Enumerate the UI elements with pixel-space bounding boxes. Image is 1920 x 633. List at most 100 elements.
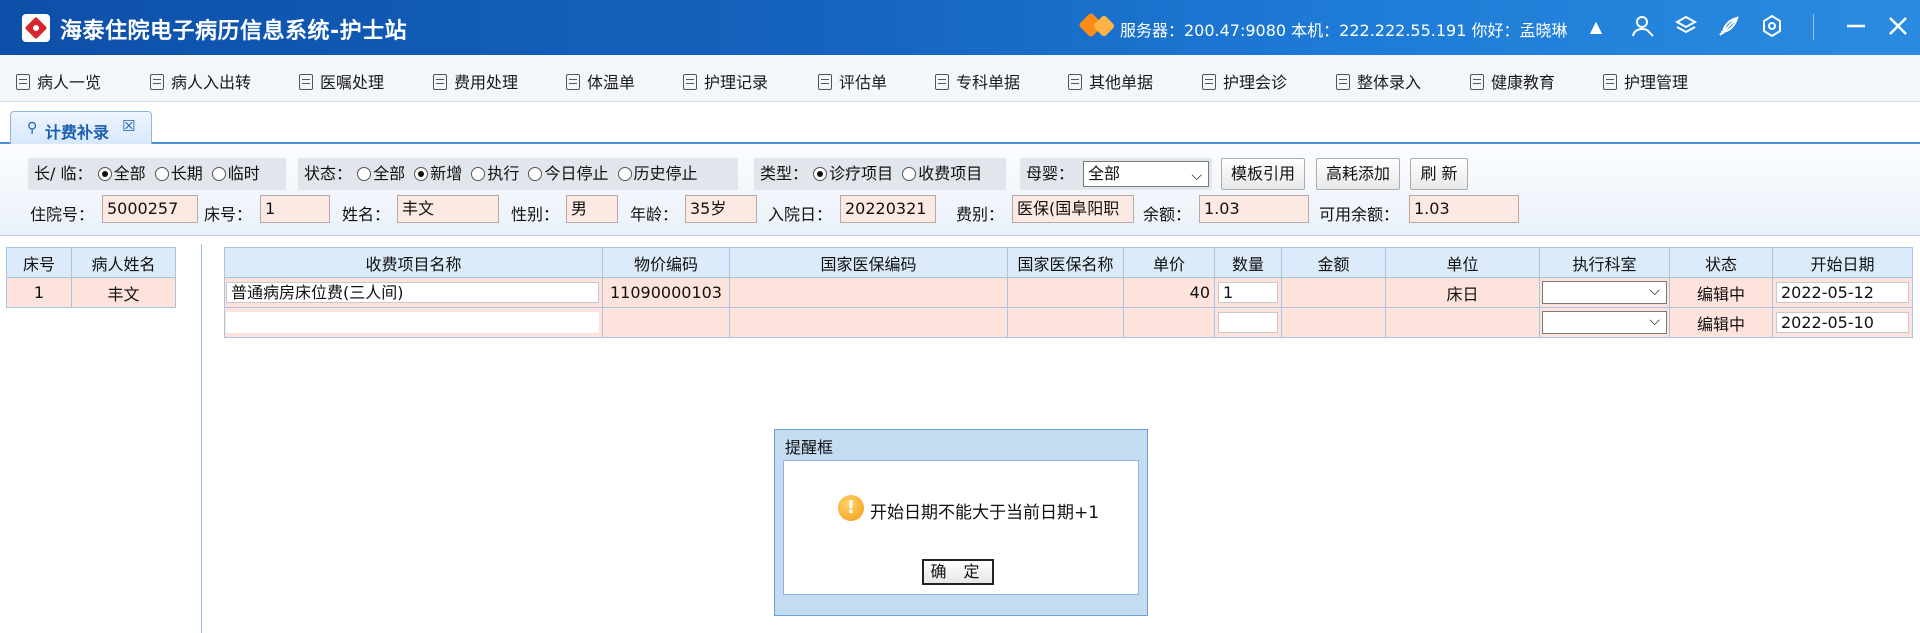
quantity-cell[interactable]	[1214, 307, 1282, 338]
mother-baby-select[interactable]: 全部 ⌵	[1083, 161, 1209, 187]
col-item-name[interactable]: 收费项目名称	[224, 247, 603, 278]
admit-date-field[interactable]: 20220321	[840, 195, 936, 223]
menu-temperature-chart[interactable]: 体温单	[566, 69, 635, 92]
col-unit[interactable]: 单位	[1385, 247, 1540, 278]
col-unit-price[interactable]: 单价	[1123, 247, 1215, 278]
patient-row[interactable]: 1 丰文	[6, 277, 176, 308]
template-reference-button[interactable]: 模板引用	[1221, 158, 1305, 190]
radio-type-charge[interactable]: 收费项目	[902, 164, 982, 183]
menu-admission-transfer[interactable]: 病人入出转	[150, 69, 251, 92]
amount-cell	[1281, 307, 1386, 338]
layers-icon[interactable]	[1673, 14, 1699, 40]
fee-type-field[interactable]: 医保(国阜阳职	[1012, 195, 1134, 223]
skin-icon[interactable]	[1716, 14, 1742, 40]
high-cost-add-button[interactable]: 高耗添加	[1316, 158, 1400, 190]
menu-bulk-entry[interactable]: 整体录入	[1336, 69, 1421, 92]
tab-close-icon[interactable]: ☒	[122, 117, 135, 135]
radio-status-stopped-today[interactable]: 今日停止	[528, 164, 608, 183]
patient-name[interactable]: 丰文	[71, 277, 176, 308]
radio-status-executed[interactable]: 执行	[471, 164, 519, 183]
unit-price-cell: 40	[1123, 277, 1215, 308]
minimize-icon[interactable]	[1843, 14, 1869, 40]
menu-nursing-consult[interactable]: 护理会诊	[1202, 69, 1287, 92]
insurance-code-cell	[729, 307, 1008, 338]
admission-no-field[interactable]: 5000257	[102, 195, 198, 223]
start-date-cell[interactable]: 2022-05-12	[1772, 277, 1913, 308]
item-name-input[interactable]	[226, 312, 599, 333]
radio-duration-temp[interactable]: 临时	[211, 164, 260, 183]
col-amount[interactable]: 金额	[1281, 247, 1386, 278]
admission-no-label: 住院号：	[30, 205, 95, 224]
col-status[interactable]: 状态	[1669, 247, 1773, 278]
patient-bed[interactable]: 1	[6, 277, 72, 308]
refresh-button[interactable]: 刷 新	[1410, 158, 1468, 190]
settings-icon[interactable]	[1759, 14, 1785, 40]
status-cell: 编辑中	[1669, 307, 1773, 338]
bell-icon[interactable]: ▲	[1583, 14, 1609, 40]
admit-date-label: 入院日：	[768, 205, 833, 224]
dept-cell[interactable]: ⌵	[1539, 307, 1670, 338]
col-insurance-name[interactable]: 国家医保名称	[1007, 247, 1124, 278]
col-dept[interactable]: 执行科室	[1539, 247, 1670, 278]
col-bed[interactable]: 床号	[6, 247, 72, 278]
menu-billing[interactable]: 费用处理	[433, 69, 518, 92]
table-row[interactable]: 普通病房床位费(三人间) 11090000103 40 1 床日 ⌵ 编辑中 2…	[224, 277, 1913, 308]
ok-button[interactable]: 确 定	[922, 559, 994, 585]
menu-assessment[interactable]: 评估单	[818, 69, 887, 92]
radio-type-treatment[interactable]: 诊疗项目	[813, 164, 893, 183]
gender-field[interactable]: 男	[566, 195, 618, 223]
col-price-code[interactable]: 物价编码	[602, 247, 730, 278]
menu-nursing-management[interactable]: 护理管理	[1603, 69, 1688, 92]
menu-specialty-forms[interactable]: 专科单据	[935, 69, 1020, 92]
dept-select[interactable]: ⌵	[1542, 281, 1667, 304]
bed-field[interactable]: 1	[260, 195, 330, 223]
item-name-cell[interactable]	[224, 307, 603, 338]
status-filter: 状态： 全部 新增 执行 今日停止 历史停止	[298, 158, 738, 190]
user-icon[interactable]	[1630, 14, 1656, 40]
menu-orders[interactable]: 医嘱处理	[299, 69, 384, 92]
quantity-input[interactable]	[1218, 312, 1278, 333]
radio-status-stopped-history[interactable]: 历史停止	[617, 164, 698, 183]
dept-cell[interactable]: ⌵	[1539, 277, 1670, 308]
col-start-date[interactable]: 开始日期	[1772, 247, 1913, 278]
balance-field[interactable]: 1.03	[1199, 195, 1309, 223]
insurance-name-cell	[1007, 307, 1124, 338]
age-field[interactable]: 35岁	[685, 195, 757, 223]
col-quantity[interactable]: 数量	[1214, 247, 1282, 278]
radio-duration-long[interactable]: 长期	[154, 164, 203, 183]
menu-health-education[interactable]: 健康教育	[1470, 69, 1555, 92]
menu-patient-overview[interactable]: 病人一览	[16, 69, 101, 92]
quantity-cell[interactable]: 1	[1214, 277, 1282, 308]
patient-list: 床号 病人姓名 1 丰文	[6, 247, 176, 308]
start-date-input[interactable]: 2022-05-12	[1776, 282, 1909, 303]
close-icon[interactable]	[1885, 14, 1911, 40]
item-name-cell[interactable]: 普通病房床位费(三人间)	[224, 277, 603, 308]
menu-other-forms[interactable]: 其他单据	[1068, 69, 1153, 92]
alert-dialog: 提醒框 ! 开始日期不能大于当前日期+1 确 定	[774, 429, 1148, 616]
radio-status-all[interactable]: 全部	[357, 164, 405, 183]
quantity-input[interactable]: 1	[1218, 282, 1278, 303]
col-patient-name[interactable]: 病人姓名	[71, 247, 176, 278]
insurance-code-cell	[729, 277, 1008, 308]
list-icon	[566, 74, 580, 90]
col-insurance-code[interactable]: 国家医保编码	[729, 247, 1008, 278]
dialog-message: 开始日期不能大于当前日期+1	[870, 503, 1100, 523]
available-balance-field[interactable]: 1.03	[1409, 195, 1519, 223]
app-title: 海泰住院电子病历信息系统-护士站	[60, 19, 408, 44]
radio-duration-all[interactable]: 全部	[97, 164, 146, 183]
table-row[interactable]: ⌵ 编辑中 2022-05-10	[224, 307, 1913, 338]
unit-cell	[1385, 307, 1540, 338]
item-name-input[interactable]: 普通病房床位费(三人间)	[226, 282, 599, 303]
dept-select[interactable]: ⌵	[1542, 311, 1667, 334]
menu-nursing-records[interactable]: 护理记录	[683, 69, 768, 92]
type-filter: 类型： 诊疗项目 收费项目	[754, 158, 1006, 190]
charges-header: 收费项目名称 物价编码 国家医保编码 国家医保名称 单价 数量 金额 单位 执行…	[224, 247, 1913, 278]
tab-billing-supplement[interactable]: ⚲ 计费补录 ☒	[10, 111, 152, 144]
start-date-cell[interactable]: 2022-05-10	[1772, 307, 1913, 338]
start-date-input[interactable]: 2022-05-10	[1776, 312, 1909, 333]
main-menu: 病人一览 病人入出转 医嘱处理 费用处理 体温单 护理记录 评估单 专科单据 其…	[0, 55, 1920, 102]
list-icon	[1603, 74, 1617, 90]
list-icon	[433, 74, 447, 90]
name-field[interactable]: 丰文	[397, 195, 499, 223]
radio-status-new[interactable]: 新增	[414, 164, 462, 183]
